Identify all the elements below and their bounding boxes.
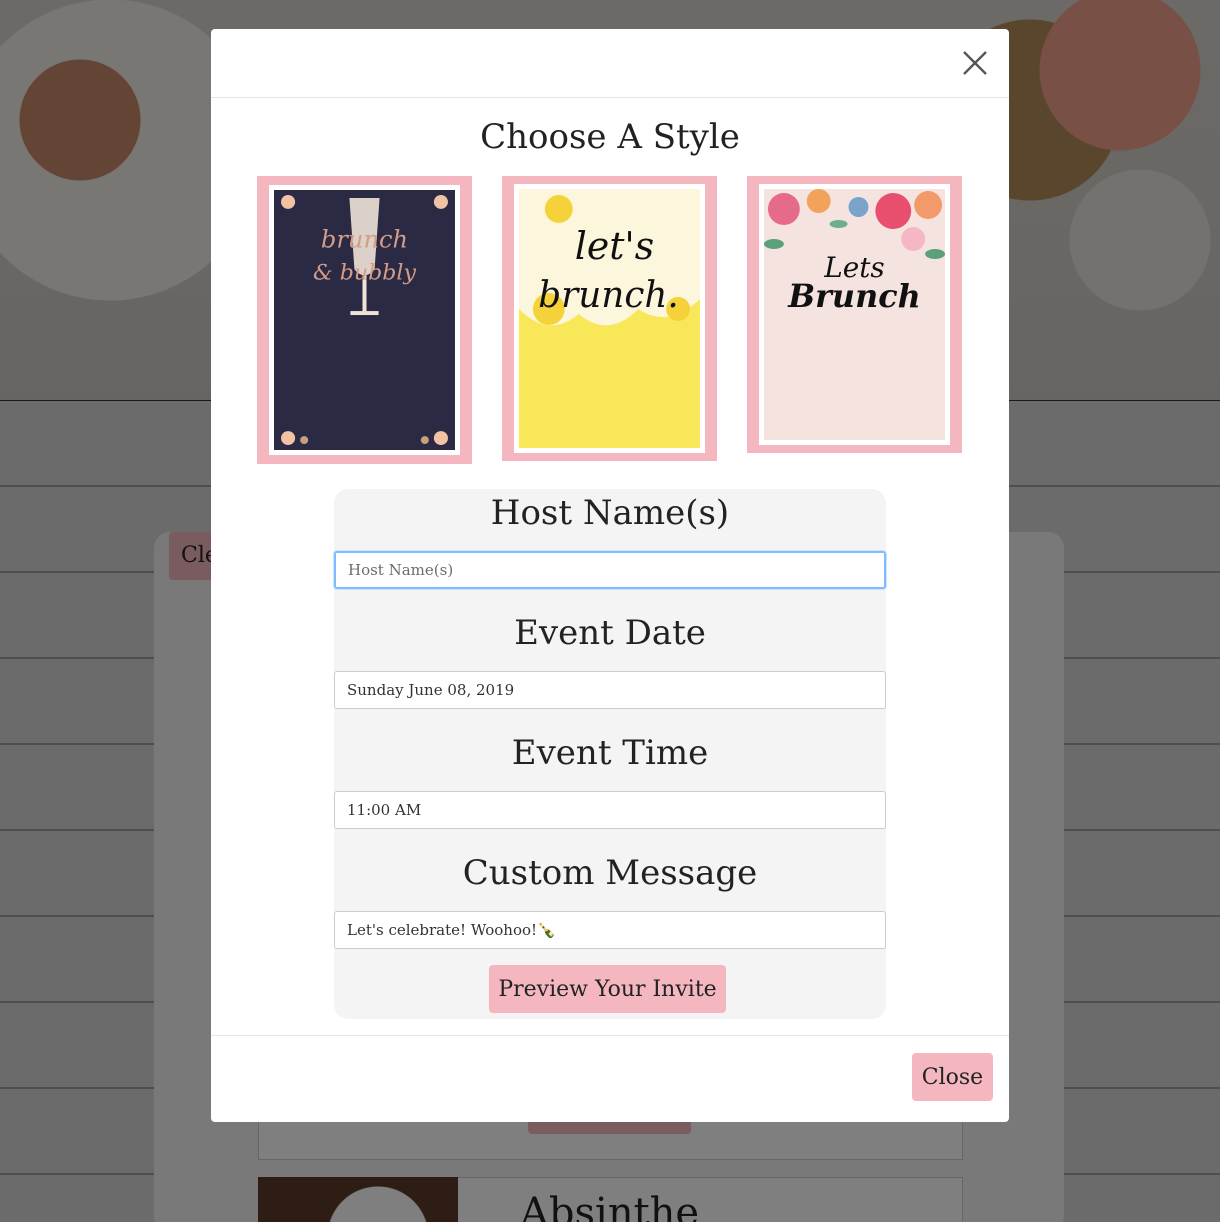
host-name-label: Host Name(s) xyxy=(490,493,730,533)
event-time-input[interactable] xyxy=(334,791,886,829)
svg-text:brunch: brunch xyxy=(321,226,408,254)
invite-form: Host Name(s) Event Date Event Time Custo… xyxy=(334,489,886,1019)
svg-text:& bubbly: & bubbly xyxy=(313,260,417,285)
close-button[interactable]: Close xyxy=(912,1053,993,1101)
invite-art-lets-brunch-floral: Lets Brunch xyxy=(764,189,945,440)
style-option-brunch-bubbly[interactable]: brunch & bubbly xyxy=(257,176,472,464)
preview-invite-button[interactable]: Preview Your Invite xyxy=(489,965,726,1013)
custom-message-input[interactable] xyxy=(334,911,886,949)
custom-message-label: Custom Message xyxy=(462,853,758,893)
modal-header xyxy=(211,29,1009,98)
modal-footer: Close xyxy=(211,1035,1009,1123)
svg-text:let's: let's xyxy=(575,224,654,268)
invite-style-modal: Choose A Style brunch & bubbly let's bru… xyxy=(211,29,1009,1122)
invite-art-lets-brunch-yellow: let's brunch. xyxy=(519,189,700,448)
event-time-label: Event Time xyxy=(511,733,709,773)
close-icon[interactable] xyxy=(961,49,989,77)
style-option-lets-brunch-yellow[interactable]: let's brunch. xyxy=(502,176,717,461)
invite-art-brunch-bubbly: brunch & bubbly xyxy=(274,190,455,450)
svg-text:brunch.: brunch. xyxy=(538,275,679,316)
style-option-lets-brunch-floral[interactable]: Lets Brunch xyxy=(747,176,962,453)
host-name-input[interactable] xyxy=(334,551,886,589)
modal-title: Choose A Style xyxy=(480,117,740,157)
event-date-input[interactable] xyxy=(334,671,886,709)
event-date-label: Event Date xyxy=(514,613,706,653)
svg-text:Brunch: Brunch xyxy=(787,277,920,315)
